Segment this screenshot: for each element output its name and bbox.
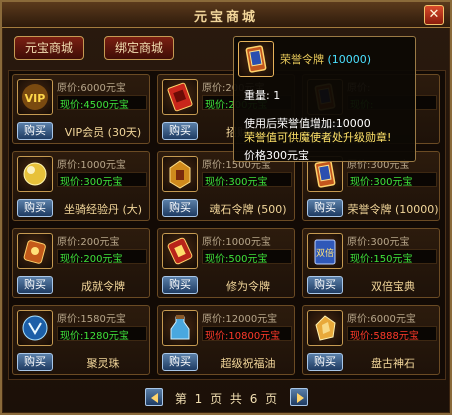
item-name: 成就令牌 — [81, 280, 125, 292]
buy-button[interactable]: 购买 — [17, 276, 53, 294]
honor-token-icon — [245, 45, 267, 73]
current-price: 现价:1280元宝 — [57, 326, 147, 341]
item-name: 魂石令牌 (500) — [209, 203, 287, 215]
item-slot[interactable] — [17, 156, 53, 192]
original-price: 原价:1000元宝 — [202, 237, 271, 247]
item-card[interactable]: 原价:6000元宝现价:5888元宝 购买 盘古神石 — [302, 305, 440, 375]
item-name: 坐骑经验丹 (大) — [63, 203, 143, 215]
pagination: 第 1 页 共 6 页 — [2, 388, 450, 408]
tooltip-price: 价格300元宝 — [244, 149, 309, 162]
cultivation-token-icon — [167, 237, 193, 265]
soul-stone-token-icon — [169, 160, 191, 189]
original-price: 原价:1000元宝 — [57, 160, 126, 170]
item-slot[interactable] — [162, 310, 198, 346]
page-indicator: 第 1 页 共 6 页 — [174, 392, 280, 406]
current-price: 现价:5888元宝 — [347, 326, 437, 341]
golden-pill-icon — [23, 162, 47, 186]
current-price: 现价:300元宝 — [347, 172, 437, 187]
current-price: 现价:300元宝 — [57, 172, 147, 187]
buy-button[interactable]: 购买 — [307, 353, 343, 371]
double-book-icon: 双倍 — [314, 239, 336, 265]
item-card[interactable]: 原价:200元宝现价:200元宝 购买 成就令牌 — [12, 228, 150, 298]
next-page-button[interactable] — [290, 388, 308, 406]
current-price: 现价:300元宝 — [202, 172, 292, 187]
close-button[interactable]: ✕ — [424, 5, 444, 25]
buy-button[interactable]: 购买 — [162, 199, 198, 217]
item-slot[interactable]: VIP — [17, 79, 53, 115]
item-name: 超级祝福油 — [220, 357, 276, 369]
item-slot[interactable] — [162, 156, 198, 192]
item-slot[interactable] — [17, 310, 53, 346]
current-price: 现价:150元宝 — [347, 249, 437, 264]
item-slot[interactable] — [307, 310, 343, 346]
item-card[interactable]: 双倍 原价:300元宝现价:150元宝 购买 双倍宝典 — [302, 228, 440, 298]
vip-icon: VIP — [22, 84, 48, 110]
tab-yuanbao-mall[interactable]: 元宝商城 — [14, 36, 84, 60]
item-slot[interactable] — [17, 233, 53, 269]
window-title: 元宝商城 — [193, 10, 258, 25]
title-bar[interactable]: 元宝商城 ✕ — [2, 2, 450, 28]
red-scroll-icon — [167, 82, 193, 112]
tooltip-weight: 重量: 1 — [244, 89, 281, 102]
item-name: 盘古神石 — [371, 357, 415, 369]
item-name: VIP会员 (30天) — [64, 126, 142, 138]
item-name: 聚灵珠 — [86, 357, 120, 369]
svg-text:双倍: 双倍 — [316, 247, 334, 259]
item-name: 双倍宝典 — [371, 280, 415, 292]
item-card[interactable]: 原价:1580元宝现价:1280元宝 购买 聚灵珠 — [12, 305, 150, 375]
item-tooltip: 荣誉令牌 (10000) 重量: 1 使用后荣誉值增加:10000 荣誉值可供魔… — [233, 36, 416, 162]
buy-button[interactable]: 购买 — [17, 353, 53, 371]
buy-button[interactable]: 购买 — [307, 276, 343, 294]
buy-button[interactable]: 购买 — [162, 353, 198, 371]
original-price: 原价:200元宝 — [57, 237, 120, 247]
current-price: 现价:4500元宝 — [57, 95, 147, 110]
current-price: 现价:500元宝 — [202, 249, 292, 264]
original-price: 原价:12000元宝 — [202, 314, 278, 324]
item-card[interactable]: 原价:12000元宝现价:10800元宝 购买 超级祝福油 — [157, 305, 295, 375]
mall-window: 元宝商城 ✕ 元宝商城 绑定商城 VIP 原价:6000元宝 现价:4500元宝 购买… — [0, 0, 452, 415]
svg-text:VIP: VIP — [25, 92, 46, 105]
prev-page-button[interactable] — [145, 388, 163, 406]
item-card[interactable]: 原价:1000元宝现价:300元宝 购买 坐骑经验丹 (大) — [12, 151, 150, 221]
item-slot[interactable] — [162, 233, 198, 269]
wash-oil-icon — [170, 315, 190, 340]
item-slot[interactable]: 双倍 — [307, 233, 343, 269]
original-price: 原价:6000元宝 — [347, 314, 416, 324]
buy-button[interactable]: 购买 — [162, 122, 198, 140]
honor-token-icon — [314, 160, 336, 188]
buy-button[interactable]: 购买 — [17, 199, 53, 217]
original-price: 原价:300元宝 — [347, 237, 410, 247]
buy-button[interactable]: 购买 — [162, 276, 198, 294]
spirit-orb-icon — [22, 315, 48, 341]
tooltip-description: 使用后荣誉值增加:10000 荣誉值可供魔使者处升级勋章! — [244, 117, 392, 144]
tooltip-item-name: 荣誉令牌 (10000) — [280, 53, 372, 66]
buy-button[interactable]: 购买 — [307, 199, 343, 217]
item-card[interactable]: VIP 原价:6000元宝现价:4500元宝 购买 VIP会员 (30天) — [12, 74, 150, 144]
tooltip-item-icon — [238, 41, 274, 77]
item-name: 荣誉令牌 (10000) — [347, 203, 439, 215]
tab-bound-mall[interactable]: 绑定商城 — [104, 36, 174, 60]
achievement-token-icon — [23, 240, 46, 264]
current-price: 现价:10800元宝 — [202, 326, 292, 341]
current-price: 现价:200元宝 — [57, 249, 147, 264]
original-price: 原价:1580元宝 — [57, 314, 126, 324]
item-name: 修为令牌 — [226, 280, 270, 292]
item-slot[interactable] — [162, 79, 198, 115]
item-card[interactable]: 原价:1000元宝现价:500元宝 购买 修为令牌 — [157, 228, 295, 298]
pangu-stone-icon — [315, 315, 336, 341]
original-price: 原价:6000元宝 — [57, 83, 126, 93]
buy-button[interactable]: 购买 — [17, 122, 53, 140]
